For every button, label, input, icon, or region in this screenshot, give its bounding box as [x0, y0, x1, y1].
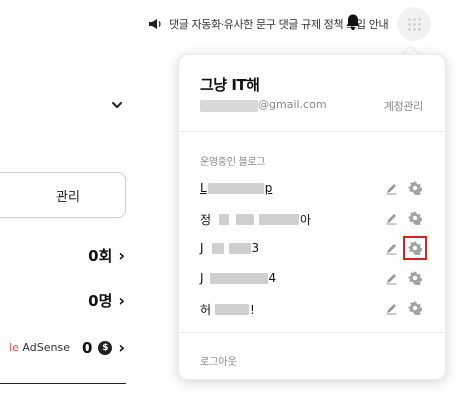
pencil-icon[interactable]: [385, 302, 398, 315]
blog-row: 정아: [179, 205, 445, 233]
subscribers-value: 0명: [88, 292, 113, 310]
divider: [179, 332, 445, 333]
manage-button-label: 관리: [56, 189, 80, 205]
chevron-right-icon: ›: [118, 246, 125, 265]
chevron-down-icon[interactable]: [110, 98, 124, 112]
avatar[interactable]: [397, 7, 431, 41]
blog-link[interactable]: 허!: [200, 301, 255, 318]
account-manage-link[interactable]: 계정관리: [384, 98, 424, 114]
blog-row: Lp: [179, 175, 445, 203]
chevron-right-icon: ›: [118, 291, 125, 310]
visits-stat[interactable]: 0회 ›: [88, 245, 125, 266]
adsense-value: 0: [81, 338, 93, 357]
adsense-stat[interactable]: le AdSense 0 $ ›: [9, 338, 125, 357]
adsense-label-prefix: le: [9, 341, 19, 354]
blog-link[interactable]: 정아: [200, 211, 311, 228]
megaphone-icon: [149, 19, 161, 29]
blog-row: 허!: [179, 295, 445, 323]
logout-link[interactable]: 로그아웃: [200, 353, 237, 368]
blog-link[interactable]: J3: [200, 241, 259, 255]
visits-value: 0회: [88, 247, 113, 265]
section-label: 운영중인 블로그: [200, 157, 266, 168]
gear-icon[interactable]: [408, 301, 422, 315]
blog-link[interactable]: Lp: [200, 181, 272, 195]
blog-account-name: 그냥 IT해: [200, 76, 260, 94]
gear-icon[interactable]: [408, 181, 422, 195]
bell-icon[interactable]: [343, 12, 363, 32]
avatar-icon: [407, 17, 421, 31]
pencil-icon[interactable]: [385, 242, 398, 255]
gear-icon[interactable]: [408, 271, 422, 285]
email-redacted: [200, 100, 258, 112]
gear-icon[interactable]: [408, 211, 422, 225]
dollar-icon: $: [98, 340, 113, 355]
account-email: @gmail.com: [258, 98, 327, 111]
pencil-icon[interactable]: [385, 212, 398, 225]
account-dropdown: 그냥 IT해 @gmail.com 계정관리 운영중인 블로그 Lp 정아 J …: [178, 54, 446, 380]
pencil-icon[interactable]: [385, 182, 398, 195]
manage-button[interactable]: 관리: [0, 172, 126, 218]
blog-row: J3: [179, 235, 445, 263]
chevron-right-icon: ›: [118, 338, 125, 357]
adsense-label: le AdSense: [9, 341, 70, 354]
gear-icon[interactable]: [408, 241, 422, 255]
divider: [0, 383, 126, 384]
divider: [179, 131, 445, 132]
blog-link[interactable]: J4: [200, 271, 276, 285]
subscribers-stat[interactable]: 0명 ›: [88, 290, 125, 311]
pencil-icon[interactable]: [385, 272, 398, 285]
blog-row: J4: [179, 265, 445, 293]
